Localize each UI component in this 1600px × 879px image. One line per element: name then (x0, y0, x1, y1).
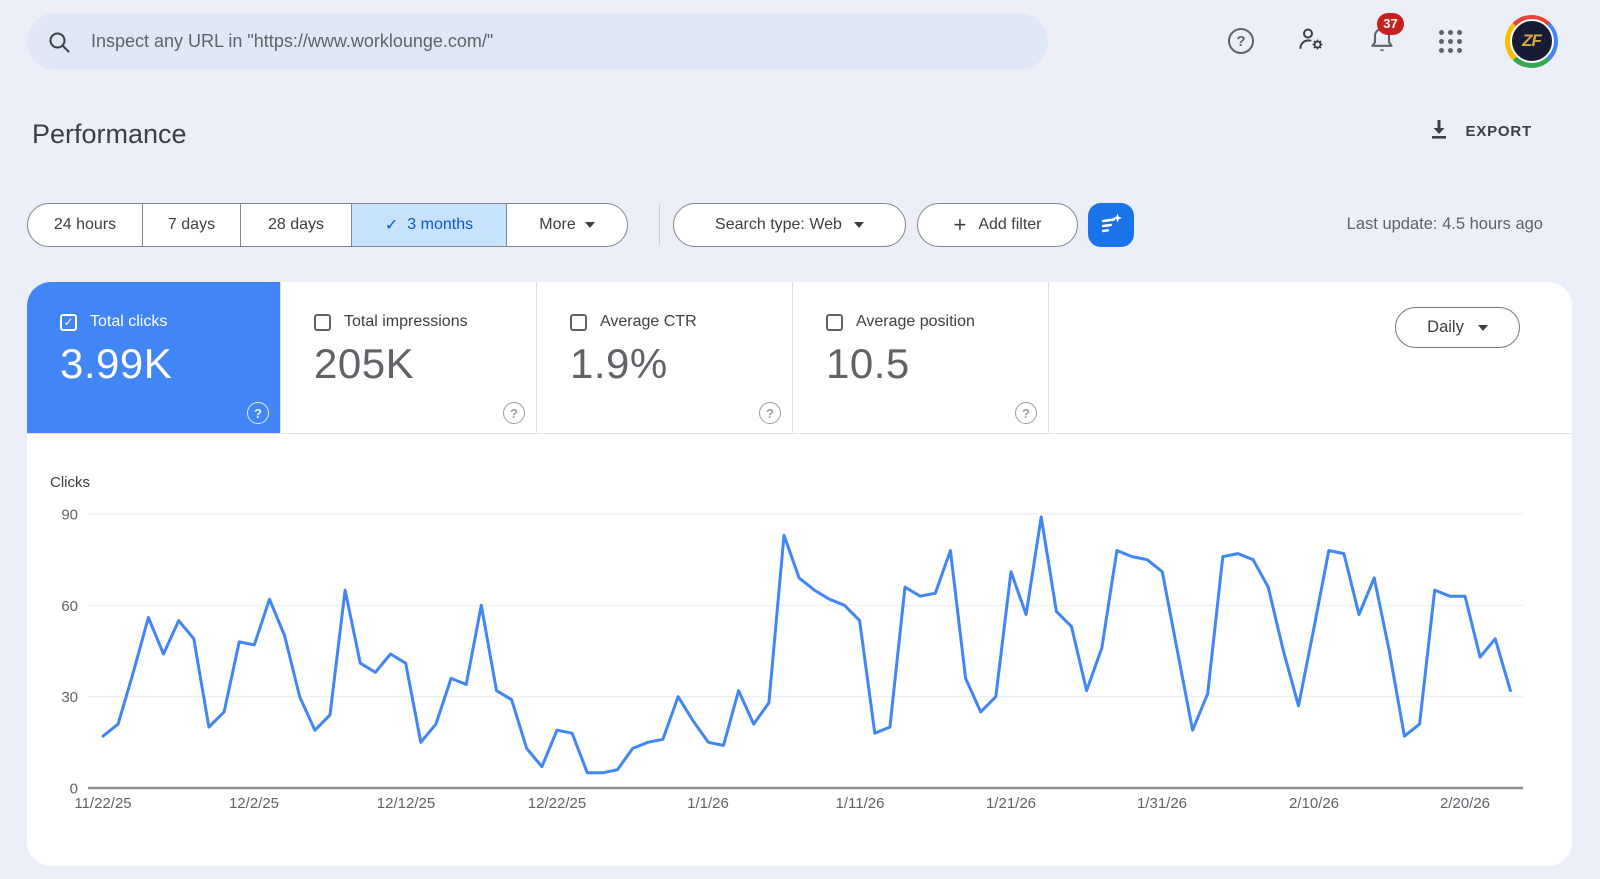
help-icon[interactable]: ? (1015, 402, 1037, 424)
plus-icon: + (953, 212, 967, 237)
help-icon[interactable]: ? (503, 402, 525, 424)
user-settings-button[interactable] (1297, 25, 1325, 58)
tune-sparkle-icon (1098, 210, 1124, 241)
url-inspection-input[interactable] (91, 31, 1048, 52)
average-ctr-value: 1.9% (570, 340, 668, 387)
range-chip-more[interactable]: More (506, 204, 627, 246)
card-label: Total impressions (344, 313, 468, 330)
person-gear-icon (1297, 25, 1325, 58)
more-label: More (539, 216, 576, 233)
search-type-label: Search type: Web (715, 216, 842, 233)
total-impressions-value: 205K (314, 340, 415, 387)
card-average-ctr[interactable]: Average CTR 1.9% ? (537, 282, 793, 433)
x-tick: 1/31/26 (1137, 795, 1187, 812)
last-update-status: Last update: 4.5 hours ago (1346, 215, 1543, 233)
x-tick: 2/10/26 (1289, 795, 1339, 812)
total-impressions-checkbox[interactable] (314, 313, 331, 331)
x-tick: 12/12/25 (377, 795, 435, 812)
metric-cards-row: ✓ Total clicks 3.99K ? Total impressions… (27, 282, 1572, 434)
x-tick: 2/20/26 (1440, 795, 1490, 812)
help-icon: ? (1228, 28, 1254, 54)
card-label: Average CTR (600, 313, 697, 330)
range-chip-label: 3 months (407, 216, 474, 233)
x-tick: 12/2/25 (229, 795, 279, 812)
search-console-performance-page: { "topbar": { "search_placeholder": "Ins… (0, 0, 1600, 879)
x-tick: 1/21/26 (986, 795, 1036, 812)
export-button[interactable]: EXPORT (1428, 118, 1532, 145)
url-inspection-bar[interactable] (27, 13, 1048, 70)
chevron-down-icon (853, 222, 864, 228)
chevron-down-icon (1477, 324, 1488, 331)
granularity-label: Daily (1427, 318, 1464, 336)
granularity-dropdown[interactable]: Daily (1395, 307, 1520, 348)
divider (659, 205, 660, 245)
y-tick-60: 60 (61, 598, 78, 615)
y-axis-title: Clicks (50, 474, 90, 491)
range-chip-7-days[interactable]: 7 days (142, 204, 240, 246)
add-filter-label: Add filter (978, 216, 1042, 233)
date-range-selector: 24 hours 7 days 28 days ✓ 3 months More (27, 203, 628, 247)
x-tick: 12/22/25 (528, 795, 586, 812)
y-tick-30: 30 (61, 689, 78, 706)
y-tick-90: 90 (61, 507, 78, 524)
card-total-impressions[interactable]: Total impressions 205K ? (281, 282, 537, 433)
average-position-value: 10.5 (826, 340, 910, 387)
topbar-actions: ? 37 ZF (1228, 12, 1558, 68)
card-label: Total clicks (90, 313, 168, 330)
check-icon: ✓ (384, 217, 399, 234)
total-clicks-value: 3.99K (60, 340, 173, 387)
avatar-initials: ZF (1509, 19, 1554, 63)
x-tick: 1/11/26 (836, 795, 885, 812)
account-avatar-button[interactable]: ZF (1505, 14, 1558, 68)
range-chip-3-months-selected[interactable]: ✓ 3 months (351, 204, 506, 246)
apps-grid-icon (1439, 29, 1462, 53)
export-label: EXPORT (1465, 123, 1532, 140)
help-icon[interactable]: ? (759, 402, 781, 424)
help-icon[interactable]: ? (247, 402, 269, 424)
total-clicks-checkbox-checked[interactable]: ✓ (60, 313, 77, 331)
average-ctr-checkbox[interactable] (570, 313, 587, 331)
range-chip-24-hours[interactable]: 24 hours (28, 204, 142, 246)
card-label: Average position (856, 313, 975, 330)
filter-controls: 24 hours 7 days 28 days ✓ 3 months More … (27, 203, 1573, 247)
average-position-checkbox[interactable] (826, 313, 843, 331)
range-chip-28-days[interactable]: 28 days (240, 204, 351, 246)
download-icon (1428, 118, 1450, 145)
add-filter-button[interactable]: + Add filter (917, 203, 1078, 247)
search-type-dropdown[interactable]: Search type: Web (673, 203, 906, 247)
clicks-data-line (101, 515, 1512, 775)
page-title: Performance (32, 119, 187, 149)
x-tick: 1/1/26 (687, 795, 729, 812)
chevron-down-icon (584, 222, 595, 228)
search-icon (27, 30, 91, 54)
filter-tune-button[interactable] (1088, 203, 1134, 247)
notifications-button[interactable]: 37 (1368, 12, 1404, 59)
notification-count-badge: 37 (1377, 12, 1404, 35)
avatar: ZF (1505, 14, 1558, 68)
card-total-clicks[interactable]: ✓ Total clicks 3.99K ? (27, 282, 281, 433)
help-button[interactable]: ? (1228, 28, 1254, 54)
card-average-position[interactable]: Average position 10.5 ? (793, 282, 1049, 433)
x-tick: 11/22/25 (74, 795, 131, 812)
google-apps-button[interactable] (1439, 29, 1462, 53)
performance-panel: ✓ Total clicks 3.99K ? Total impressions… (27, 282, 1572, 866)
